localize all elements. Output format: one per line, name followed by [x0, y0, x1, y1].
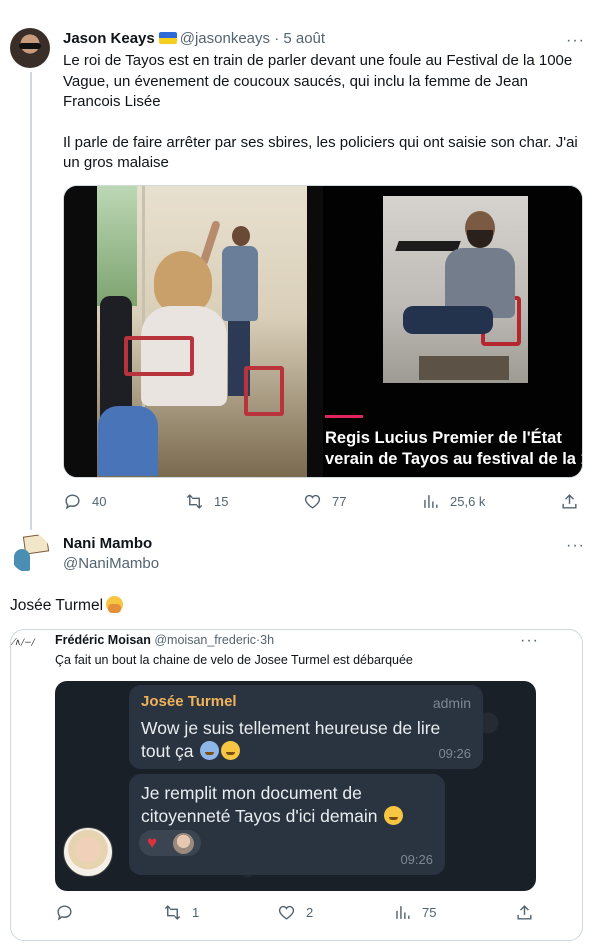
retweet-count: 15: [214, 494, 229, 509]
chat-message-bubble: Je remplit mon document de citoyenneté T…: [129, 774, 445, 875]
tweet-text: Le roi de Tayos est en train de parler d…: [63, 51, 588, 174]
share-icon: [517, 905, 532, 920]
retweet-button[interactable]: 15: [185, 492, 228, 511]
reply-icon: [57, 905, 72, 921]
view-count: 25,6 k: [450, 494, 486, 509]
more-options-icon[interactable]: ···: [566, 33, 585, 49]
retweet-button[interactable]: 1: [163, 903, 199, 922]
tweet-paragraph: Il parle de faire arrêter par ses sbires…: [63, 133, 578, 172]
quoted-author-avatar[interactable]: ⁄∧∕−∕: [13, 638, 39, 656]
author-handle[interactable]: @NaniMambo: [63, 555, 159, 573]
share-button[interactable]: [515, 903, 534, 922]
tweet-header: Jason Keays @jasonkeays · 5 août: [63, 30, 325, 48]
author-name[interactable]: Nani Mambo: [63, 535, 152, 553]
more-options-icon[interactable]: ···: [566, 538, 585, 554]
video-caption: Regis Lucius Premier de l'État verain de…: [325, 428, 583, 470]
video-thumbnail-left[interactable]: [64, 186, 323, 477]
screaming-face-emoji-icon: [200, 741, 220, 760]
reply-icon: [65, 494, 80, 510]
like-button[interactable]: 77: [303, 492, 346, 511]
video-caption-line: Regis Lucius Premier de l'État: [325, 429, 562, 447]
retweet-icon: [186, 494, 203, 509]
message-time: 09:26: [438, 746, 471, 761]
retweet-icon: [164, 905, 181, 920]
sender-role: admin: [432, 695, 471, 711]
trees-background: [97, 186, 137, 306]
quoted-tweet-header: Frédéric Moisan @moisan_frederic·3h: [55, 632, 274, 648]
share-button[interactable]: [560, 492, 579, 511]
chat-message-bubble: Josée Turmel admin Wow je suis tellement…: [129, 685, 483, 769]
speaker-seated-photo: [383, 196, 528, 383]
heart-icon: [304, 494, 321, 509]
tweet-actions: 40 15 77 25,6 k: [63, 492, 588, 512]
facepalm-emoji-icon: [106, 596, 124, 613]
thread-connector-line: [30, 72, 32, 530]
quoted-tweet-time[interactable]: 3h: [260, 633, 274, 647]
reply-button[interactable]: [55, 903, 74, 922]
views-button[interactable]: 25,6 k: [421, 492, 485, 511]
tweet-paragraph: Le roi de Tayos est en train de parler d…: [63, 52, 573, 110]
message-time: 09:26: [400, 852, 433, 867]
quoted-author-name[interactable]: Frédéric Moisan: [55, 633, 151, 647]
more-options-icon[interactable]: ···: [520, 633, 539, 649]
quoted-author-handle[interactable]: @moisan_frederic: [154, 633, 256, 647]
quoted-tweet[interactable]: ⁄∧∕−∕ Frédéric Moisan @moisan_frederic·3…: [10, 629, 583, 941]
view-count: 75: [422, 905, 437, 920]
heart-reaction-icon: ♥: [147, 833, 158, 852]
chat-screenshot[interactable]: Josée Turmel admin Wow je suis tellement…: [55, 681, 536, 891]
analytics-icon: [424, 495, 438, 508]
reply-button[interactable]: 40: [63, 492, 106, 511]
message-text: Je remplit mon document de citoyenneté T…: [141, 782, 441, 828]
video-caption-line: verain de Tayos au festival de la 1: [325, 450, 583, 468]
message-reactions[interactable]: ♥: [139, 830, 201, 856]
retweet-count: 1: [192, 905, 200, 920]
tweet-text-content: Josée Turmel: [10, 597, 104, 614]
avatar-figure: [14, 549, 30, 571]
tweet-date[interactable]: 5 août: [283, 30, 325, 47]
smiling-face-emoji-icon: [221, 741, 241, 760]
author-name[interactable]: Jason Keays: [63, 30, 155, 47]
chat-sender-avatar: [63, 827, 113, 877]
quoted-tweet-actions: 1 2 75: [55, 903, 535, 923]
message-text: Wow je suis tellement heureuse de lire t…: [141, 718, 441, 761]
ukraine-flag-icon: [158, 32, 177, 44]
reply-count: 40: [92, 494, 107, 509]
reactor-avatar: [173, 833, 194, 854]
author-avatar[interactable]: [10, 28, 50, 68]
share-icon: [562, 494, 577, 509]
like-button[interactable]: 2: [277, 903, 313, 922]
red-chair: [124, 336, 194, 376]
author-avatar[interactable]: [10, 533, 50, 573]
red-chair: [244, 366, 284, 416]
like-count: 2: [306, 905, 314, 920]
message-sender: Josée Turmel: [141, 693, 237, 710]
video-thumbnail-right[interactable]: Regis Lucius Premier de l'État verain de…: [325, 186, 583, 477]
views-button[interactable]: 75: [393, 903, 436, 922]
sunglasses: [19, 43, 41, 49]
tweet-text: Josée Turmel: [10, 596, 124, 616]
author-handle[interactable]: @jasonkeays: [180, 30, 270, 47]
video-progress-bar: [325, 415, 363, 418]
tweet-media-grid[interactable]: Regis Lucius Premier de l'État verain de…: [63, 185, 583, 478]
heart-icon: [278, 905, 295, 920]
analytics-icon: [396, 906, 410, 919]
like-count: 77: [332, 494, 347, 509]
separator-dot: ·: [274, 30, 280, 47]
audience-person: [98, 406, 158, 476]
quoted-tweet-text: Ça fait un bout la chaine de velo de Jos…: [55, 653, 413, 667]
smiling-face-emoji-icon: [384, 806, 404, 825]
